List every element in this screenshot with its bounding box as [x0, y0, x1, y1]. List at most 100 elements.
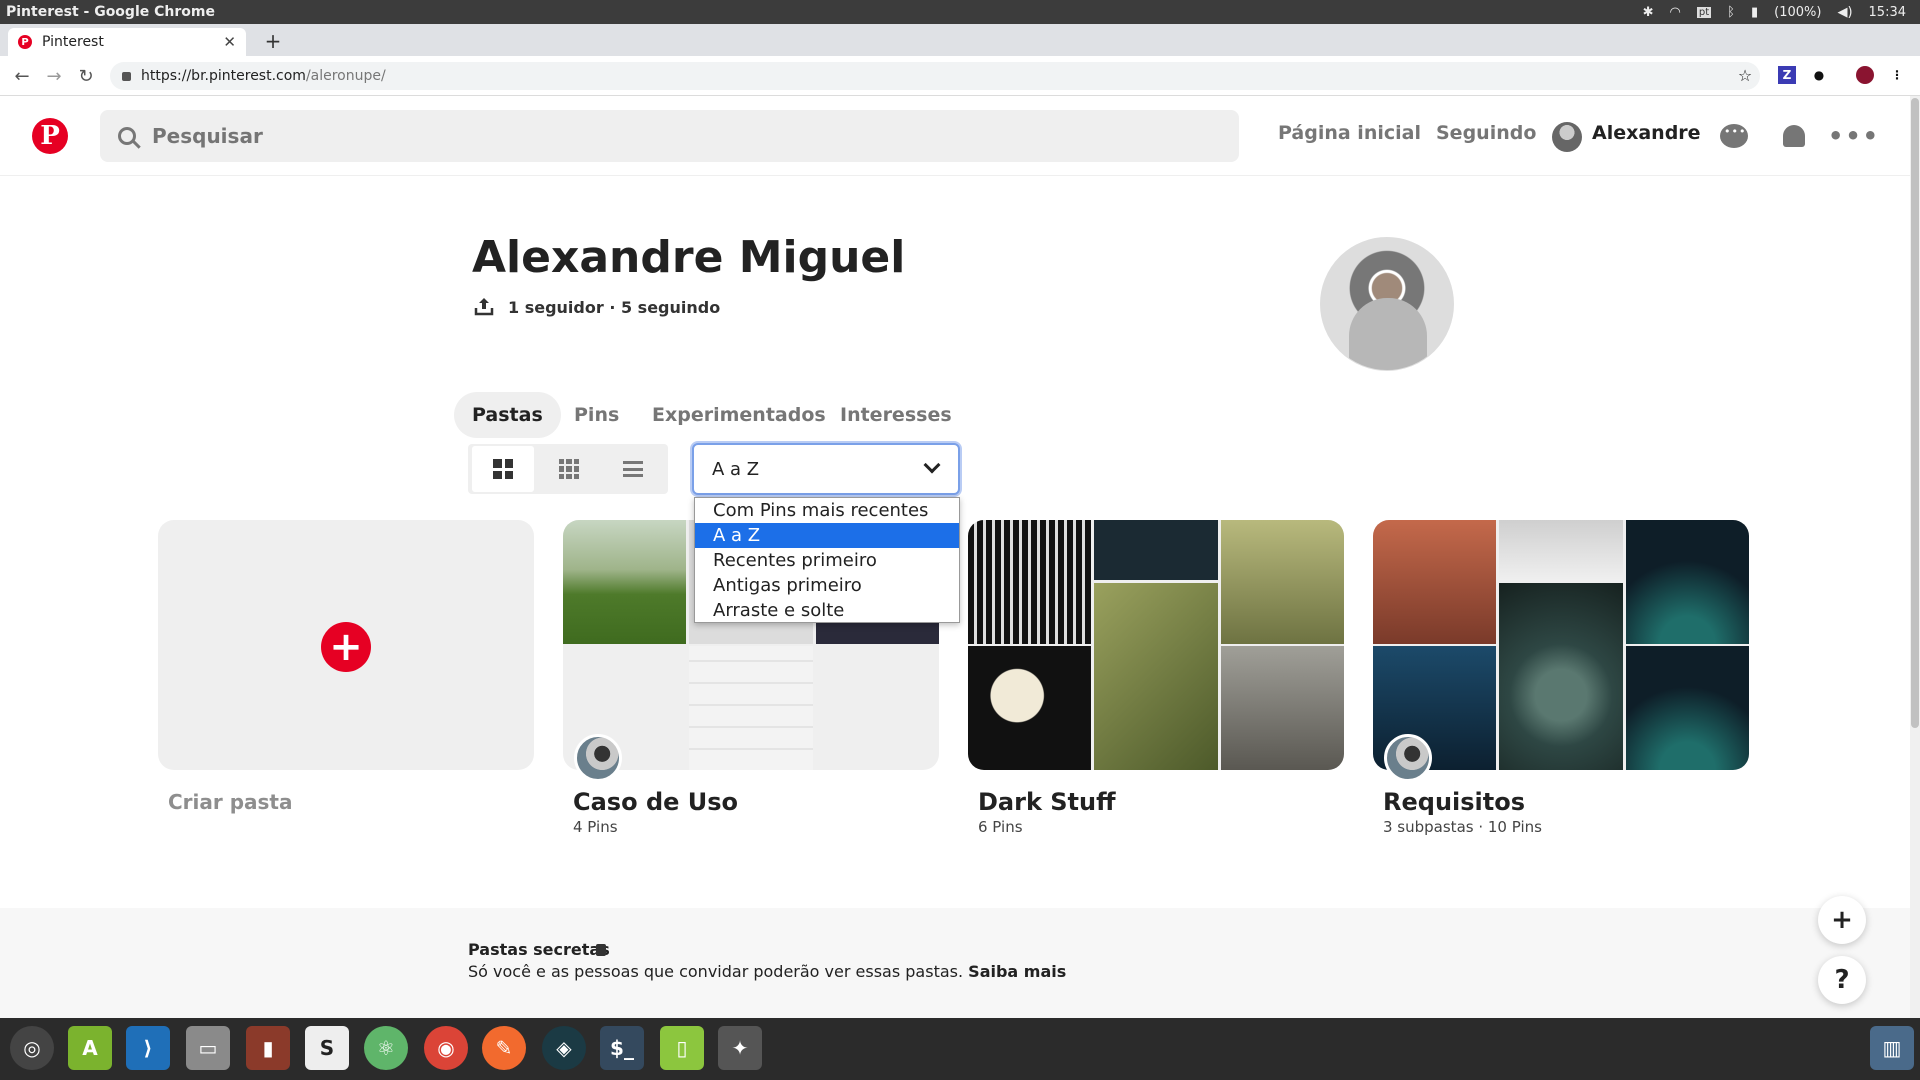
board-pin-count: 4 Pins — [573, 818, 618, 836]
board-thumbnail — [1626, 646, 1749, 770]
board-thumbnail — [968, 520, 1091, 644]
small-grid-view-button[interactable] — [538, 446, 600, 492]
app-icon[interactable]: ▯ — [660, 1026, 704, 1070]
tab-experimentados[interactable]: Experimentados — [634, 392, 844, 438]
tab-strip — [0, 24, 1920, 56]
sort-option[interactable]: Antigas primeiro — [695, 573, 959, 598]
window-title: Pinterest - Google Chrome — [6, 4, 215, 20]
new-tab-button[interactable]: + — [262, 28, 284, 54]
large-grid-view-button[interactable] — [472, 446, 534, 492]
share-icon[interactable] — [474, 296, 494, 316]
board-title[interactable]: Dark Stuff — [978, 788, 1116, 816]
ubuntu-icon[interactable]: ◎ — [10, 1026, 54, 1070]
follow-stats[interactable]: 1 seguidor · 5 seguindo — [508, 298, 720, 317]
extension-icon[interactable]: ● — [1810, 66, 1828, 84]
nav-following[interactable]: Seguindo — [1436, 122, 1536, 144]
board-thumbnail — [563, 520, 686, 644]
files-icon[interactable]: ▭ — [186, 1026, 230, 1070]
bluetooth-icon[interactable]: ᛒ — [1727, 5, 1735, 20]
add-board-plus-icon[interactable]: + — [321, 622, 371, 672]
create-board-label[interactable]: Criar pasta — [168, 790, 293, 814]
messages-icon[interactable] — [1718, 120, 1750, 152]
pinterest-logo-icon[interactable]: P — [32, 118, 68, 154]
sort-dropdown: Com Pins mais recentes A a Z Recentes pr… — [694, 497, 960, 623]
gimp-icon[interactable]: ✦ — [718, 1026, 762, 1070]
settings-icon[interactable]: ✱ — [1643, 5, 1654, 20]
learn-more-link[interactable]: Saiba mais — [968, 962, 1066, 981]
board-cover-dark-stuff[interactable] — [968, 520, 1344, 770]
sort-selected-value: A a Z — [712, 458, 760, 480]
sort-option-selected[interactable]: A a Z — [695, 523, 959, 548]
forward-icon[interactable]: → — [42, 64, 66, 88]
chrome-icon[interactable]: ◉ — [424, 1026, 468, 1070]
slack-icon[interactable]: S — [305, 1026, 349, 1070]
search-input[interactable] — [152, 124, 752, 148]
user-avatar[interactable] — [1552, 122, 1582, 152]
board-thumbnail — [1094, 520, 1218, 580]
tab-interesses[interactable]: Interesses — [822, 392, 970, 438]
search-icon — [118, 127, 136, 145]
board-thumbnail — [1373, 520, 1496, 644]
secret-text: Só você e as pessoas que convidar poderã… — [468, 962, 964, 981]
clock[interactable]: 15:34 — [1869, 5, 1906, 20]
android-studio-icon[interactable]: A — [68, 1026, 112, 1070]
board-thumbnail — [968, 646, 1091, 770]
zotero-extension-icon[interactable]: Z — [1778, 66, 1796, 84]
terminal-icon[interactable]: $_ — [600, 1026, 644, 1070]
keyboard-layout[interactable]: pt — [1696, 6, 1712, 18]
more-options-icon[interactable]: ••• — [1828, 120, 1878, 152]
tab-title: Pinterest — [42, 34, 104, 50]
board-thumbnail — [1626, 520, 1749, 644]
lock-icon — [122, 71, 131, 81]
tab-pastas[interactable]: Pastas — [454, 392, 561, 438]
board-title[interactable]: Caso de Uso — [573, 788, 738, 816]
search-bar[interactable] — [100, 110, 1239, 162]
battery-icon[interactable]: ▮ — [1751, 5, 1758, 20]
nav-user[interactable]: Alexandre — [1592, 122, 1701, 144]
board-thumbnail — [1221, 646, 1344, 770]
gitkraken-icon[interactable]: ◈ — [542, 1026, 586, 1070]
board-pin-count: 6 Pins — [978, 818, 1023, 836]
help-button[interactable]: ? — [1818, 956, 1866, 1004]
profile-avatar-icon[interactable] — [1856, 66, 1874, 84]
url-host: https://br.pinterest.com — [141, 68, 306, 84]
nav-home[interactable]: Página inicial — [1278, 122, 1421, 144]
sort-option[interactable]: Recentes primeiro — [695, 548, 959, 573]
window-title-bar: Pinterest - Google Chrome — [0, 0, 1920, 24]
reload-icon[interactable]: ↻ — [74, 64, 98, 88]
profile-name: Alexandre Miguel — [472, 232, 906, 283]
board-title[interactable]: Requisitos — [1383, 788, 1525, 816]
board-thumbnail — [1221, 520, 1344, 644]
chrome-menu-icon[interactable]: ⋮ — [1888, 66, 1906, 84]
tab-pins[interactable]: Pins — [556, 392, 637, 438]
trash-icon[interactable]: ▥ — [1870, 1026, 1914, 1070]
postman-icon[interactable]: ✎ — [482, 1026, 526, 1070]
add-pin-button[interactable]: + — [1818, 896, 1866, 944]
back-icon[interactable]: ← — [10, 64, 34, 88]
board-thumbnail — [689, 646, 813, 770]
sort-option[interactable]: Arraste e solte — [695, 598, 959, 623]
list-icon — [623, 461, 643, 477]
browser-tab[interactable]: P Pinterest ✕ — [8, 28, 246, 56]
notifications-bell-icon[interactable] — [1778, 120, 1810, 152]
book-icon[interactable]: ▮ — [246, 1026, 290, 1070]
large-grid-icon — [493, 459, 513, 479]
volume-icon[interactable]: ◀) — [1837, 5, 1852, 20]
wifi-icon[interactable]: ◠ — [1670, 5, 1681, 20]
vscode-icon[interactable]: ⟩ — [126, 1026, 170, 1070]
profile-photo — [1320, 237, 1454, 371]
scrollbar-thumb[interactable] — [1911, 98, 1919, 728]
sort-option[interactable]: Com Pins mais recentes — [695, 498, 959, 523]
board-cover-requisitos[interactable] — [1373, 520, 1749, 770]
list-view-button[interactable] — [602, 446, 664, 492]
atom-icon[interactable]: ⚛ — [364, 1026, 408, 1070]
small-grid-icon — [559, 459, 579, 479]
board-owner-avatar — [1384, 734, 1432, 782]
address-bar[interactable]: https://br.pinterest.com/aleronupe/ — [110, 62, 1760, 90]
secret-boards-description: Só você e as pessoas que convidar poderã… — [468, 962, 1066, 981]
sort-select[interactable]: A a Z — [692, 443, 960, 495]
chevron-down-icon — [923, 456, 941, 474]
close-tab-icon[interactable]: ✕ — [223, 33, 236, 51]
bookmark-star-icon[interactable]: ☆ — [1736, 66, 1754, 85]
pinterest-favicon-icon: P — [18, 35, 32, 49]
